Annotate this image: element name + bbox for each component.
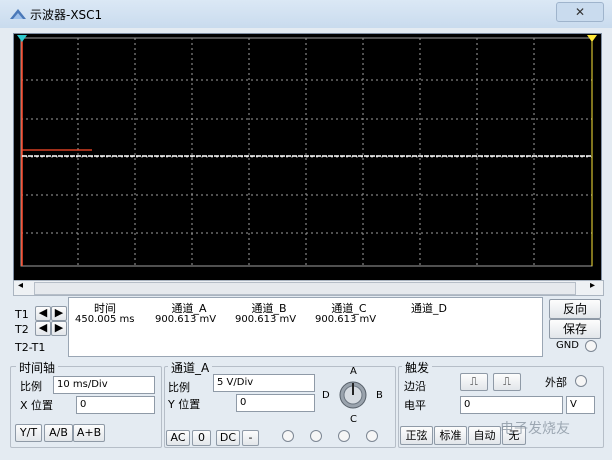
selector-a-label: A xyxy=(350,366,357,377)
title-bar[interactable]: 示波器-XSC1 ✕ xyxy=(0,0,612,28)
edge-label: 边沿 xyxy=(404,380,426,393)
t1-right-button[interactable]: ▶ xyxy=(51,306,67,321)
timebase-scale-label: 比例 xyxy=(20,380,42,393)
trigger-label: 触发 xyxy=(402,359,433,376)
trigger-sine-button[interactable]: 正弦 xyxy=(400,426,433,445)
arrow-left-icon: ◀ xyxy=(38,306,48,319)
arrow-right-icon: ▶ xyxy=(54,306,64,319)
timebase-scale-field[interactable]: 10 ms/Div xyxy=(53,376,155,394)
arrow-right-icon: ▶ xyxy=(54,321,64,334)
x-position-field[interactable]: 0 xyxy=(76,396,155,414)
ab-mode-button[interactable]: A/B xyxy=(44,424,73,442)
selector-c-label: C xyxy=(350,414,357,425)
oscilloscope-icon xyxy=(10,9,26,19)
value-channel-b: 900.613 mV xyxy=(235,314,297,325)
channel-a-label: 通道_A xyxy=(168,359,213,376)
falling-edge-button[interactable]: ⎍ xyxy=(493,373,521,391)
trigger-auto-button[interactable]: 自动 xyxy=(468,426,501,445)
scroll-left-icon[interactable]: ◂ xyxy=(18,280,23,291)
value-channel-a: 900.613 mV xyxy=(155,314,217,325)
selector-b-label: B xyxy=(376,390,383,401)
channel-c-radio[interactable] xyxy=(338,430,350,442)
y-position-label: Y 位置 xyxy=(168,398,201,411)
trigger-normal-button[interactable]: 标准 xyxy=(434,426,467,445)
measurement-panel: 时间 通道_A 通道_B 通道_C 通道_D 450.005 ms 900.61… xyxy=(68,297,543,357)
timebase-label: 时间轴 xyxy=(16,359,59,376)
t2-right-button[interactable]: ▶ xyxy=(51,321,67,336)
falling-edge-icon: ⎍ xyxy=(503,375,511,388)
external-label: 外部 xyxy=(545,376,567,389)
t1-left-button[interactable]: ◀ xyxy=(35,306,51,321)
scope-border xyxy=(20,37,593,267)
minus-coupling-button[interactable]: - xyxy=(242,430,259,446)
ac-coupling-button[interactable]: AC xyxy=(166,430,190,446)
a-plus-b-mode-button[interactable]: A+B xyxy=(73,424,105,442)
external-radio[interactable] xyxy=(575,375,587,387)
channel-a-radio[interactable] xyxy=(282,430,294,442)
close-button[interactable]: ✕ xyxy=(556,2,604,22)
channel-b-radio[interactable] xyxy=(310,430,322,442)
zero-coupling-button[interactable]: 0 xyxy=(192,430,211,446)
rising-edge-icon: ⎍ xyxy=(470,375,478,388)
level-field[interactable]: 0 xyxy=(460,396,563,414)
t2-t1-label: T2-T1 xyxy=(15,341,46,354)
y-position-field[interactable]: 0 xyxy=(236,394,315,412)
gnd-radio[interactable] xyxy=(585,340,597,352)
gnd-label: GND xyxy=(556,340,579,351)
save-button[interactable]: 保存 xyxy=(549,319,601,339)
x-position-label: X 位置 xyxy=(20,399,54,412)
scope-display xyxy=(17,35,597,267)
oscilloscope-window: 示波器-XSC1 ✕ ◂ ▸ T1 ◀ ▶ T2 ◀ ▶ T2-T1 时间 通道… xyxy=(0,0,612,460)
window-title: 示波器-XSC1 xyxy=(30,8,103,22)
value-channel-c: 900.613 mV xyxy=(315,314,377,325)
t2-label: T2 xyxy=(15,323,29,336)
level-unit-field[interactable]: V xyxy=(566,396,595,414)
selector-d-label: D xyxy=(322,390,330,401)
scope-grid xyxy=(21,38,592,266)
header-channel-d: 通道_D xyxy=(411,302,447,315)
value-time: 450.005 ms xyxy=(75,314,135,325)
arrow-left-icon: ◀ xyxy=(38,321,48,334)
channel-selector-knob[interactable] xyxy=(338,380,368,410)
scroll-right-icon[interactable]: ▸ xyxy=(590,280,595,291)
time-scrollbar[interactable]: ◂ ▸ xyxy=(13,280,604,296)
scope-screen[interactable] xyxy=(13,33,602,281)
level-label: 电平 xyxy=(404,399,426,412)
scroll-thumb[interactable] xyxy=(34,282,576,295)
reverse-button[interactable]: 反向 xyxy=(549,299,601,319)
channel-d-radio[interactable] xyxy=(366,430,378,442)
t2-left-button[interactable]: ◀ xyxy=(35,321,51,336)
t1-label: T1 xyxy=(15,308,29,321)
watermark: 电子发烧友 xyxy=(500,421,570,437)
yt-mode-button[interactable]: Y/T xyxy=(15,424,42,442)
rising-edge-button[interactable]: ⎍ xyxy=(460,373,488,391)
dc-coupling-button[interactable]: DC xyxy=(216,430,240,446)
channel-a-scale-field[interactable]: 5 V/Div xyxy=(213,374,315,392)
channel-a-scale-label: 比例 xyxy=(168,381,190,394)
